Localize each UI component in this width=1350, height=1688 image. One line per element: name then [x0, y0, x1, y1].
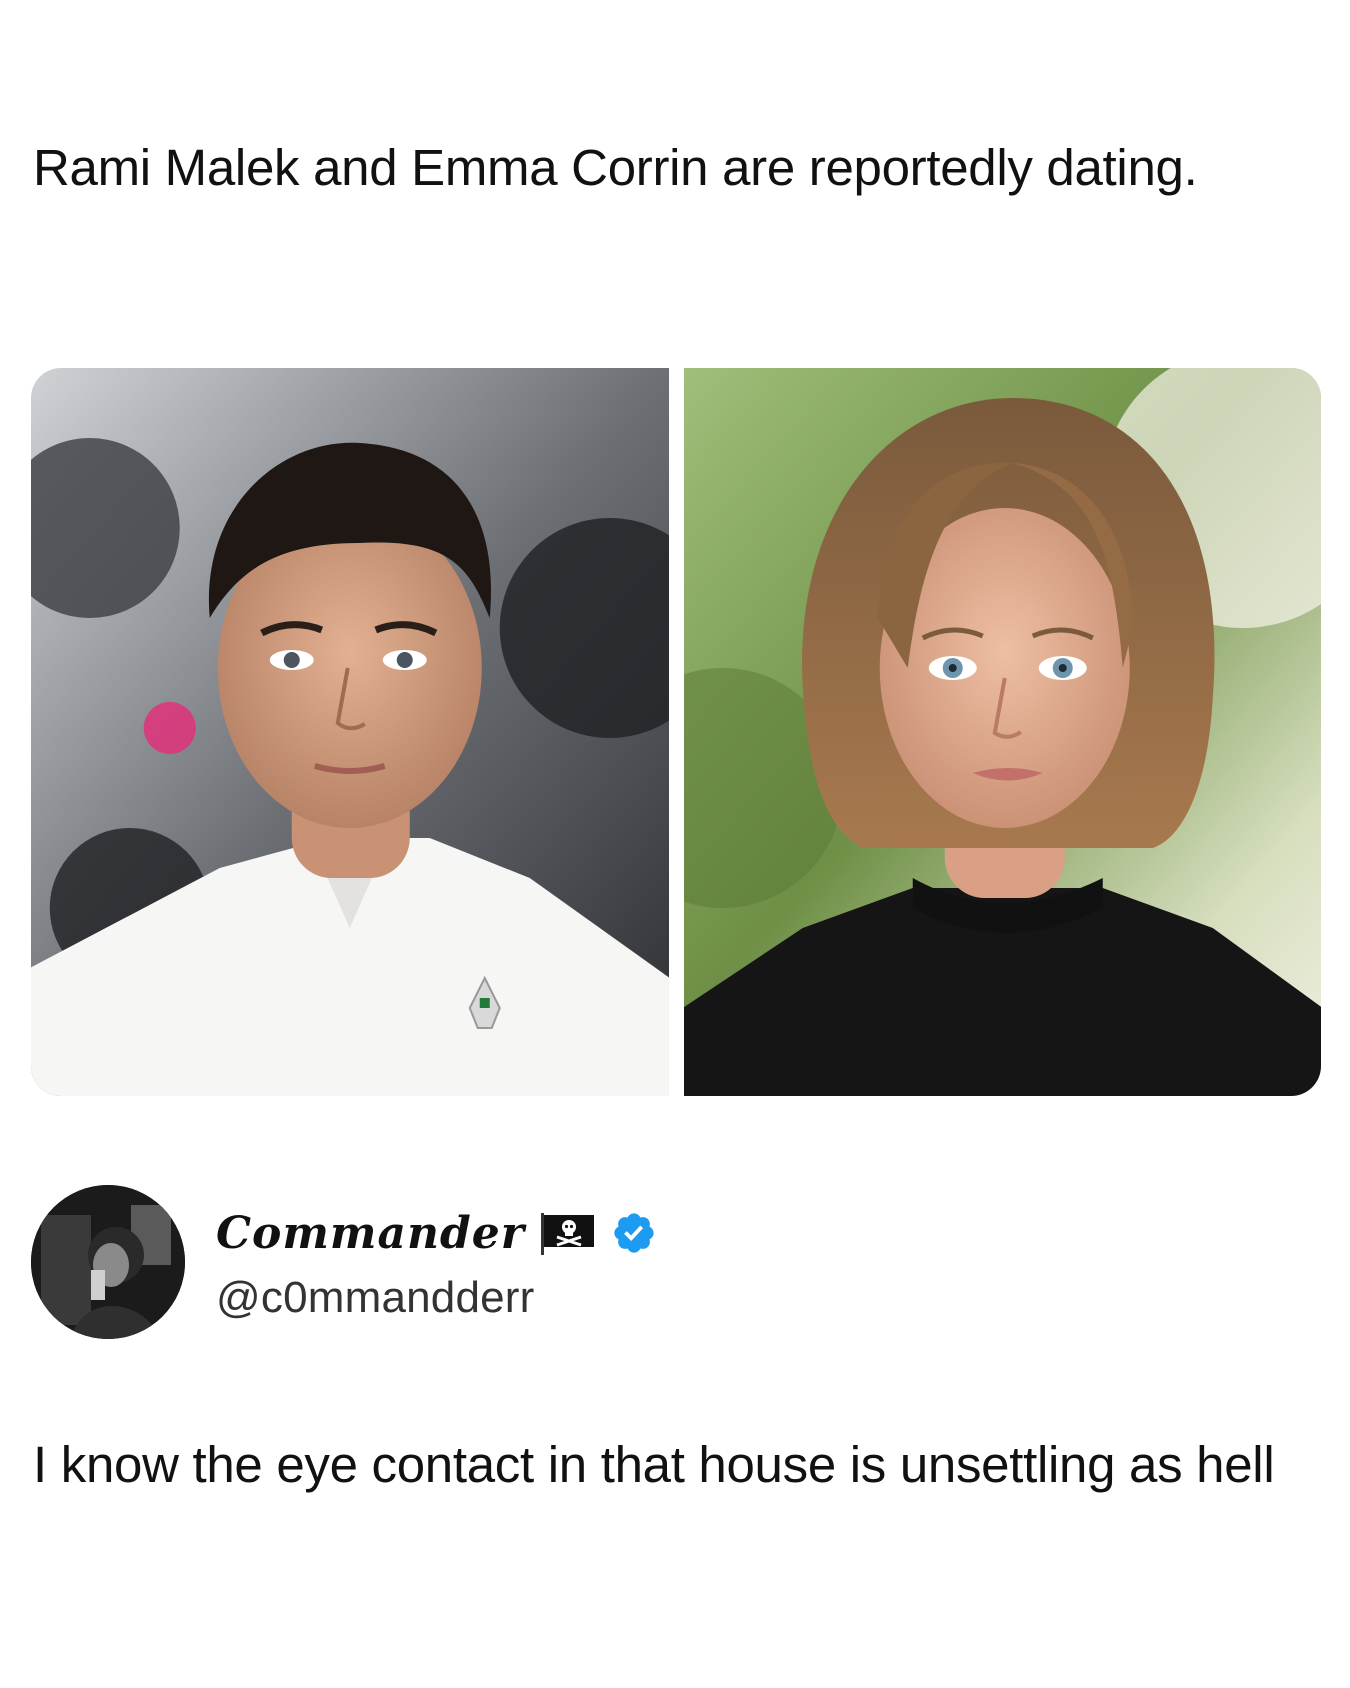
avatar[interactable]	[31, 1185, 185, 1339]
display-name-row[interactable]: Commander	[216, 1203, 657, 1263]
author-block[interactable]: Commander @c0mmandderr	[31, 1185, 1131, 1340]
author-handle[interactable]: @c0mmandderr	[216, 1273, 535, 1323]
post-text: I know the eye contact in that house is …	[33, 1436, 1275, 1493]
media-grid[interactable]	[31, 368, 1321, 1096]
photo-woman-black-top[interactable]	[683, 368, 1321, 1096]
quoted-post-text: Rami Malek and Emma Corrin are reportedl…	[33, 139, 1198, 196]
photo-man-white-shirt[interactable]	[31, 368, 669, 1096]
display-name[interactable]: Commander	[216, 1208, 525, 1259]
pirate-flag-icon	[539, 1211, 597, 1255]
verified-badge-icon	[611, 1210, 657, 1256]
